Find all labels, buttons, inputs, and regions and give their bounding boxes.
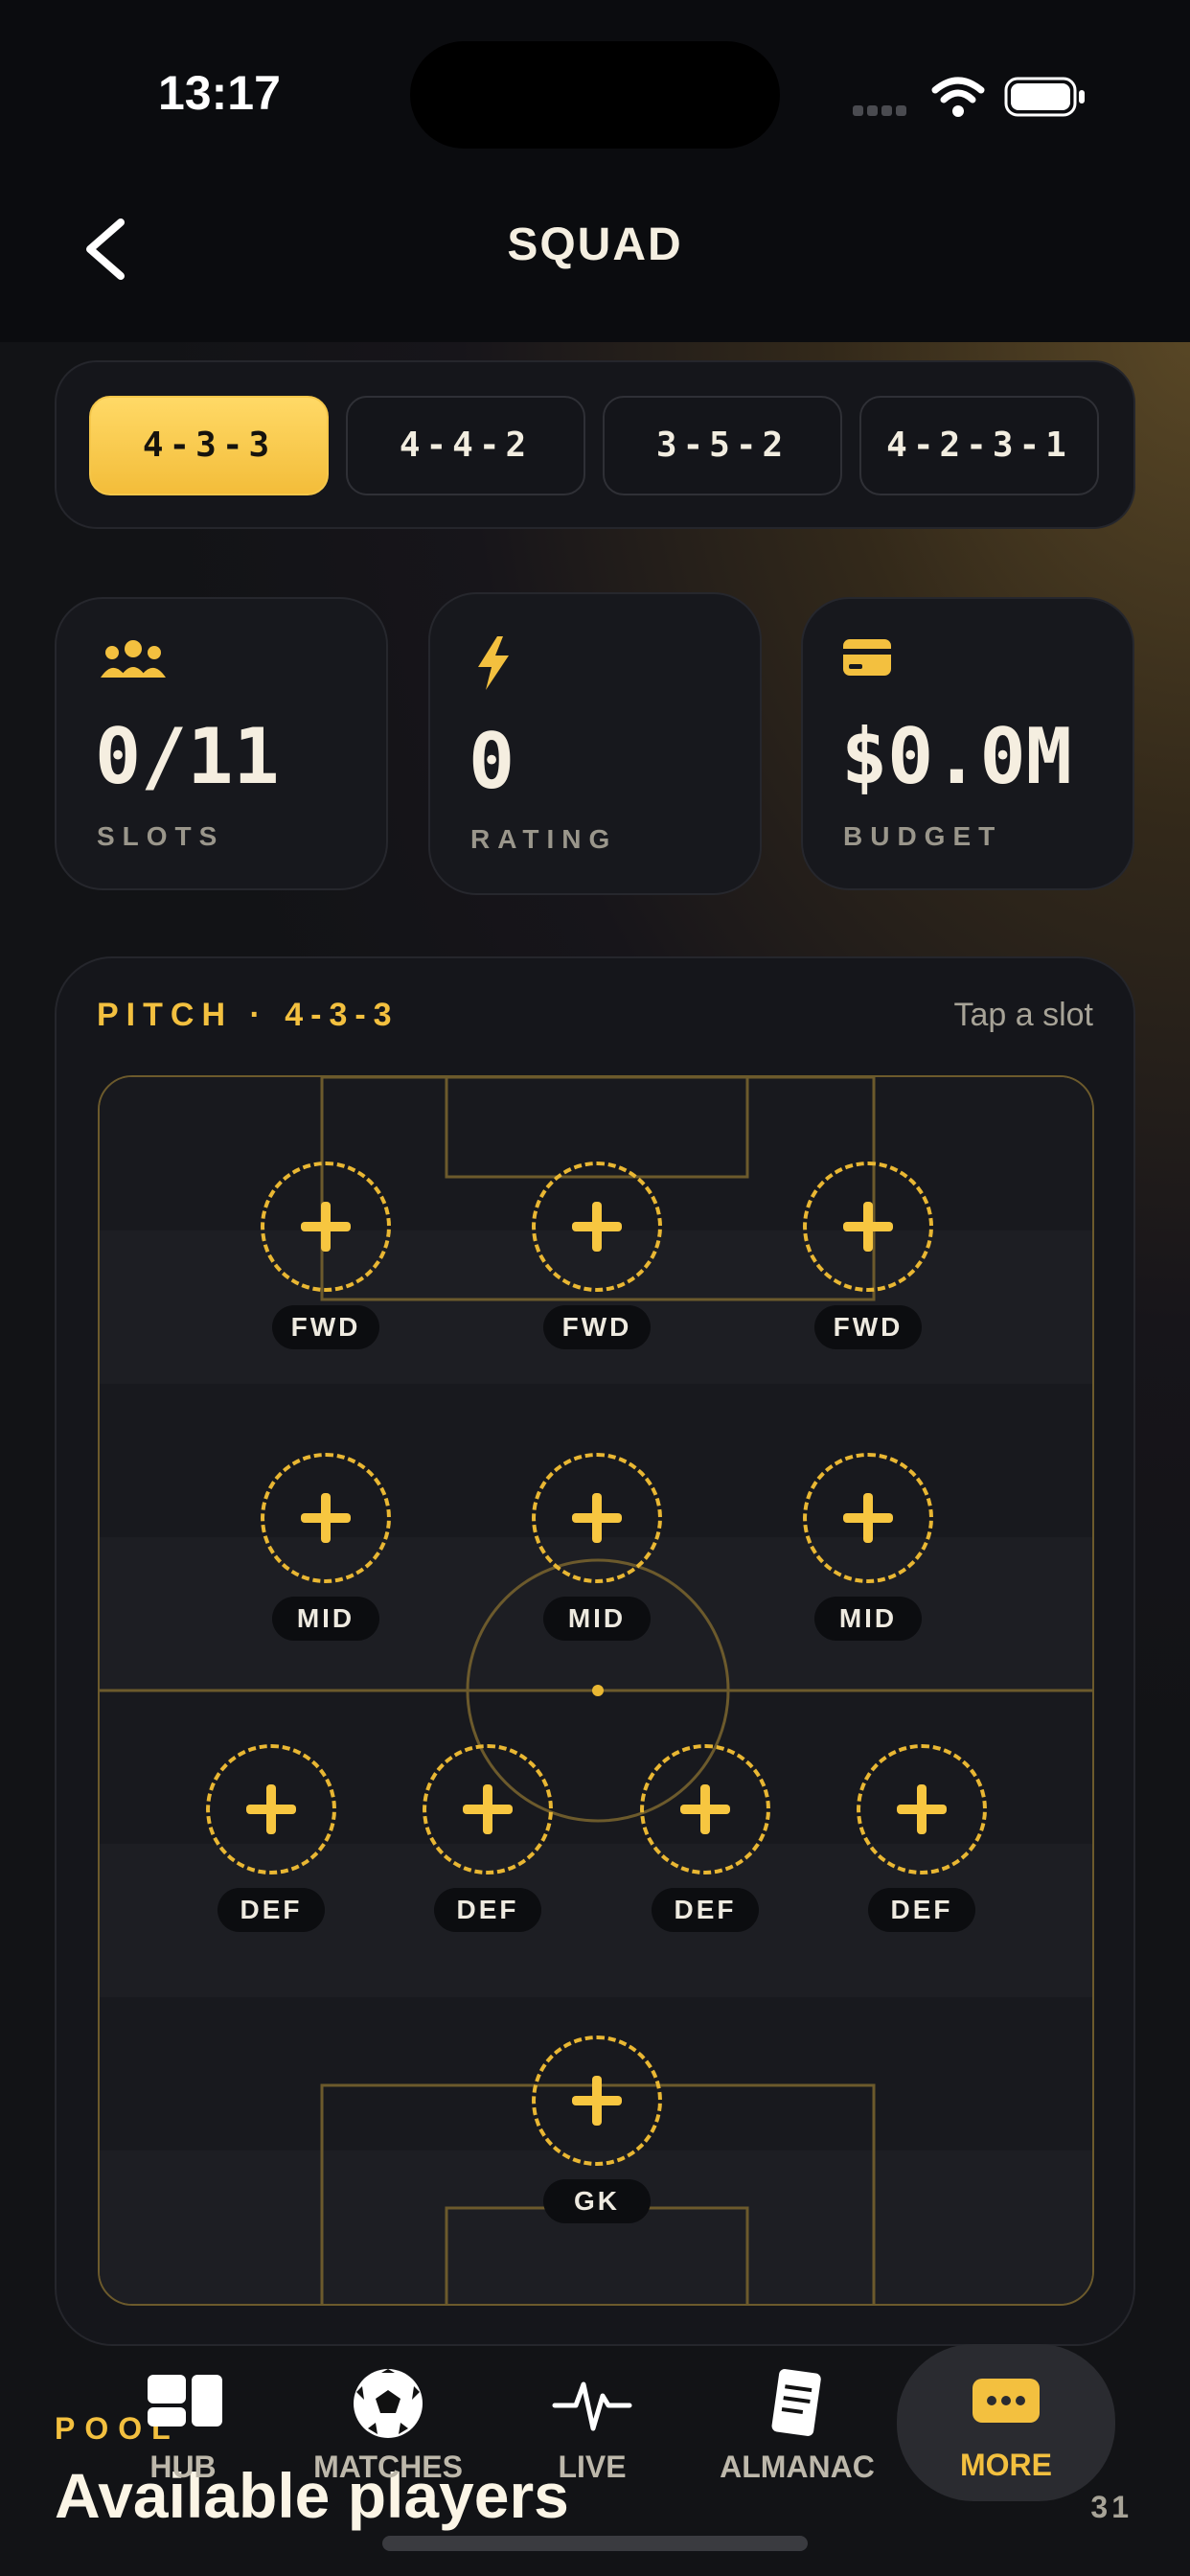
pitch-card: PITCH · 4-3-3 Tap a slot FWD FWD FWD MID… xyxy=(55,956,1135,2346)
rating-label: RATING xyxy=(470,824,618,854)
slot-def-1[interactable]: DEF xyxy=(204,1744,338,1936)
pitch-title: PITCH · 4-3-3 xyxy=(97,997,400,1033)
slots-label: SLOTS xyxy=(97,821,225,851)
plus-icon xyxy=(572,1202,622,1252)
pitch-field: FWD FWD FWD MID MID MID DEF DEF DEF DEF … xyxy=(98,1075,1094,2306)
rating-value: 0 xyxy=(469,717,515,806)
plus-icon xyxy=(897,1784,947,1834)
formation-selector: 4-3-3 4-4-2 3-5-2 4-2-3-1 xyxy=(55,360,1135,529)
plus-icon xyxy=(246,1784,296,1834)
tab-more[interactable]: MORE xyxy=(897,2344,1115,2501)
plus-icon xyxy=(463,1784,513,1834)
more-icon xyxy=(973,2379,1040,2423)
tab-label: MORE xyxy=(960,2448,1052,2482)
plus-icon xyxy=(301,1493,351,1543)
notebook-icon xyxy=(771,2369,821,2436)
slot-fwd-center[interactable]: FWD xyxy=(530,1162,664,1353)
plus-icon xyxy=(572,1493,622,1543)
tab-matches[interactable]: MATCHES xyxy=(292,2354,484,2507)
users-icon xyxy=(101,640,166,678)
tab-label: LIVE xyxy=(558,2450,627,2484)
slot-position-label: FWD xyxy=(543,1305,651,1349)
slot-position-label: GK xyxy=(543,2179,651,2223)
bolt-icon xyxy=(478,636,509,690)
pulse-icon xyxy=(552,2381,632,2431)
tab-label: HUB xyxy=(149,2450,217,2484)
card-icon xyxy=(843,639,891,676)
slot-position-label: MID xyxy=(814,1597,922,1641)
plus-icon xyxy=(301,1202,351,1252)
formation-3-5-2-button[interactable]: 3-5-2 xyxy=(603,396,842,495)
slot-mid-center[interactable]: MID xyxy=(530,1453,664,1644)
slot-gk[interactable]: GK xyxy=(530,2036,664,2227)
slot-position-label: DEF xyxy=(652,1888,759,1932)
plus-icon xyxy=(680,1784,730,1834)
squad-screen: 13:17 SQUAD 4-3-3 4-4-2 3-5-2 4-2-3-1 0/… xyxy=(0,0,1190,2576)
plus-icon xyxy=(843,1202,893,1252)
hub-icon xyxy=(148,2375,222,2426)
plus-icon xyxy=(843,1493,893,1543)
pool-count: 31 xyxy=(1090,2490,1133,2524)
slot-position-label: FWD xyxy=(814,1305,922,1349)
home-indicator xyxy=(382,2536,808,2551)
rating-stat-card: 0 RATING xyxy=(428,592,762,895)
status-time: 13:17 xyxy=(158,66,281,120)
tab-label: ALMANAC xyxy=(720,2450,875,2484)
slot-fwd-right[interactable]: FWD xyxy=(801,1162,935,1353)
formation-4-2-3-1-button[interactable]: 4-2-3-1 xyxy=(859,396,1099,495)
tab-hub[interactable]: HUB xyxy=(87,2354,279,2507)
slot-def-3[interactable]: DEF xyxy=(638,1744,772,1936)
cellular-signal-icon xyxy=(853,104,914,116)
tab-live[interactable]: LIVE xyxy=(496,2354,688,2507)
slot-def-2[interactable]: DEF xyxy=(421,1744,555,1936)
slots-stat-card: 0/11 SLOTS xyxy=(55,597,388,890)
dynamic-island xyxy=(410,41,780,149)
slot-mid-left[interactable]: MID xyxy=(259,1453,393,1644)
budget-value: $0.0M xyxy=(841,712,1072,801)
formation-4-4-2-button[interactable]: 4-4-2 xyxy=(346,396,585,495)
slot-mid-right[interactable]: MID xyxy=(801,1453,935,1644)
slot-position-label: DEF xyxy=(868,1888,975,1932)
slot-position-label: DEF xyxy=(434,1888,541,1932)
slot-position-label: FWD xyxy=(272,1305,379,1349)
tab-label: MATCHES xyxy=(313,2450,463,2484)
slots-value: 0/11 xyxy=(95,712,280,801)
slot-position-label: MID xyxy=(543,1597,651,1641)
top-bar: 13:17 SQUAD xyxy=(0,0,1190,342)
slot-fwd-left[interactable]: FWD xyxy=(259,1162,393,1353)
battery-icon xyxy=(1004,77,1085,117)
slot-position-label: DEF xyxy=(217,1888,325,1932)
slot-def-4[interactable]: DEF xyxy=(855,1744,989,1936)
budget-label: BUDGET xyxy=(843,821,1003,851)
soccer-ball-icon xyxy=(354,2369,423,2438)
budget-stat-card: $0.0M BUDGET xyxy=(801,597,1134,890)
plus-icon xyxy=(572,2076,622,2126)
slot-position-label: MID xyxy=(272,1597,379,1641)
tab-almanac[interactable]: ALMANAC xyxy=(701,2354,893,2507)
wifi-icon xyxy=(931,77,985,117)
pitch-hint: Tap a slot xyxy=(953,997,1093,1033)
formation-4-3-3-button[interactable]: 4-3-3 xyxy=(89,396,329,495)
page-title: SQUAD xyxy=(507,219,683,270)
